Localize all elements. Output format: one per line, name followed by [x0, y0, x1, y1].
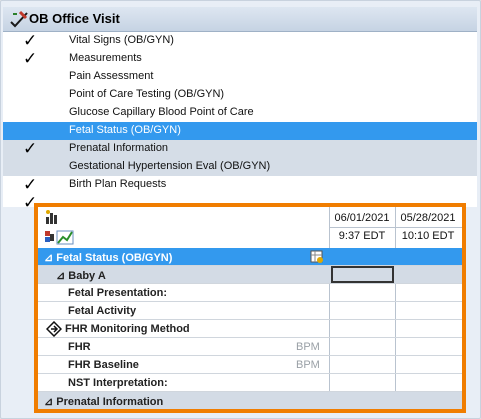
row-label: Fetal Presentation:	[68, 287, 168, 299]
row-label: NST Interpretation:	[68, 377, 168, 389]
checklist-item-label: Birth Plan Requests	[69, 178, 167, 190]
row-label: Fetal Activity	[68, 305, 137, 317]
graph-tools-icon[interactable]	[44, 229, 74, 245]
section-row-fetal-status[interactable]: ⊿ Fetal Status (OB/GYN)	[38, 248, 462, 266]
checkmark-icon: ✓	[23, 139, 38, 158]
checkmark-icon: ✓	[23, 49, 38, 68]
checklist-item[interactable]: Point of Care Testing (OB/GYN)	[3, 86, 477, 104]
row-label: ⊿ Fetal Status (OB/GYN)	[44, 252, 173, 264]
checkmark-icon: ✓	[23, 31, 38, 50]
window-title-bar: OB Office Visit	[3, 7, 477, 32]
checklist-item[interactable]: Glucose Capillary Blood Point of Care	[3, 104, 477, 122]
row-unit: BPM	[296, 359, 320, 371]
field-row[interactable]: FHR Baseline BPM	[38, 356, 462, 374]
checklist-item[interactable]: Pain Assessment	[3, 68, 477, 86]
column-date-1: 06/01/2021	[334, 212, 390, 224]
row-label: FHR Baseline	[68, 359, 139, 371]
selected-cell[interactable]	[331, 266, 394, 283]
checklist-item[interactable]: Gestational Hypertension Eval (OB/GYN)	[3, 158, 477, 176]
checklist-item-label: Gestational Hypertension Eval (OB/GYN)	[69, 160, 271, 172]
flowsheet-grid: 06/01/2021 9:37 EDT 05/28/2021 10:10 EDT…	[34, 203, 466, 413]
checklist-item[interactable]: ✓ Prenatal Information	[3, 139, 477, 158]
window-title: OB Office Visit	[29, 11, 120, 26]
checklist-item-label: Measurements	[69, 52, 142, 64]
column-date-2: 05/28/2021	[400, 212, 456, 224]
ob-office-visit-window: OB Office Visit ✓ Vital Signs (OB/GYN) ✓…	[0, 0, 481, 419]
checklist-item-label: Point of Care Testing (OB/GYN)	[69, 88, 225, 100]
checklist-item[interactable]: ✓ Vital Signs (OB/GYN)	[3, 31, 477, 50]
subsection-row-baby-a[interactable]: ⊿ Baby A	[38, 266, 462, 284]
checklist-item[interactable]: ✓ Measurements	[3, 49, 477, 68]
pen-checklist-icon	[10, 10, 28, 28]
column-time-2: 10:10 EDT	[401, 230, 455, 242]
checklist-item-label: Pain Assessment	[69, 70, 154, 82]
bar-chart-icon[interactable]	[44, 209, 60, 225]
section-row-prenatal-information[interactable]: ⊿ Prenatal Information	[38, 392, 462, 409]
row-label: FHR Monitoring Method	[65, 323, 190, 335]
checkmark-icon: ✓	[23, 175, 38, 194]
checklist-item-label: Fetal Status (OB/GYN)	[69, 124, 181, 136]
row-label: ⊿ Prenatal Information	[44, 396, 164, 408]
field-row[interactable]: NST Interpretation:	[38, 374, 462, 392]
checklist-item[interactable]: ✓ Birth Plan Requests	[3, 175, 477, 194]
checklist-item-label: Vital Signs (OB/GYN)	[69, 34, 174, 46]
field-row[interactable]: Fetal Activity	[38, 302, 462, 320]
grid-add-icon[interactable]	[310, 250, 323, 263]
checklist-item-label: Prenatal Information	[69, 142, 169, 154]
checklist-item-selected[interactable]: Fetal Status (OB/GYN)	[3, 122, 477, 140]
section-checklist: ✓ Vital Signs (OB/GYN) ✓ Measurements Pa…	[3, 31, 477, 212]
header-divider	[329, 227, 462, 228]
row-label: ⊿ Baby A	[56, 270, 106, 282]
column-time-1: 9:37 EDT	[338, 230, 386, 242]
field-row[interactable]: FHR BPM	[38, 338, 462, 356]
field-row[interactable]: FHR Monitoring Method	[38, 320, 462, 338]
required-diamond-icon	[46, 321, 62, 337]
row-unit: BPM	[296, 341, 320, 353]
checklist-item-label: Glucose Capillary Blood Point of Care	[69, 106, 254, 118]
row-label: FHR	[68, 341, 91, 353]
field-row[interactable]: Fetal Presentation:	[38, 284, 462, 302]
